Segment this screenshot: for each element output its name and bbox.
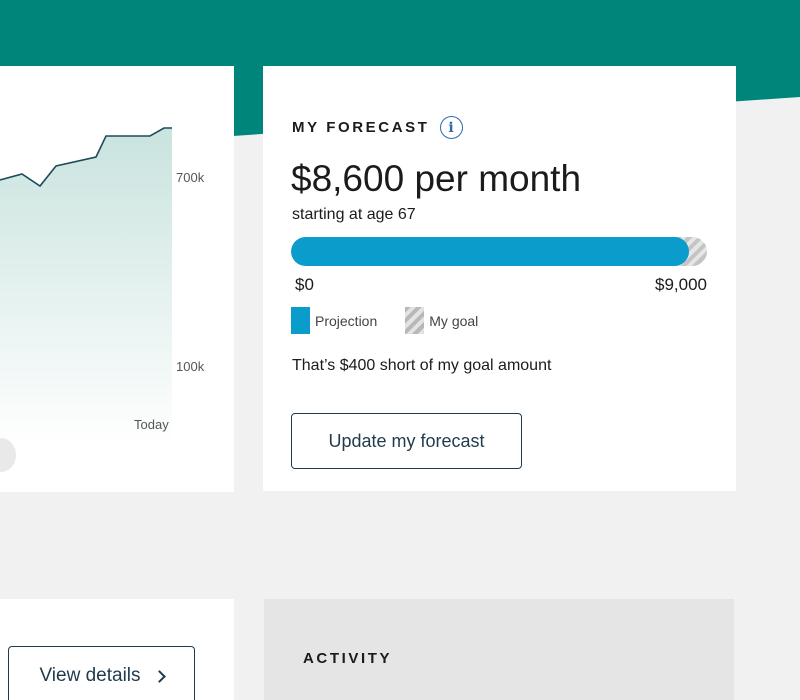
projection-fill bbox=[291, 237, 689, 266]
page: 700k 100k Today MY FORECAST i $8,600 per… bbox=[0, 0, 800, 700]
forecast-legend: Projection My goal bbox=[291, 307, 506, 334]
details-card: View details bbox=[0, 599, 234, 700]
forecast-card: MY FORECAST i $8,600 per month starting … bbox=[263, 66, 736, 491]
goal-shortfall-text: That’s $400 short of my goal amount bbox=[292, 357, 552, 374]
chevron-right-icon bbox=[152, 669, 166, 683]
view-details-label: View details bbox=[39, 665, 141, 686]
forecast-amount: $8,600 per month bbox=[291, 158, 582, 199]
activity-title: ACTIVITY bbox=[303, 650, 393, 667]
x-tick-label: Today bbox=[134, 417, 169, 432]
goal-swatch bbox=[405, 307, 425, 334]
info-icon[interactable]: i bbox=[439, 116, 463, 139]
legend-label: Projection bbox=[315, 312, 378, 329]
progress-min-label: $0 bbox=[295, 275, 314, 294]
activity-card: ACTIVITY bbox=[264, 599, 734, 700]
forecast-title: MY FORECAST bbox=[292, 119, 430, 136]
balance-chart-card: 700k 100k Today bbox=[0, 66, 234, 492]
forecast-progress-bar bbox=[291, 237, 707, 266]
update-forecast-button[interactable]: Update my forecast bbox=[291, 413, 522, 469]
y-tick-label: 700k bbox=[176, 170, 205, 185]
legend-goal: My goal bbox=[405, 307, 478, 334]
legend-label: My goal bbox=[429, 312, 479, 329]
forecast-start-age: starting at age 67 bbox=[292, 206, 416, 223]
progress-max-label: $9,000 bbox=[655, 275, 707, 294]
projection-swatch bbox=[291, 307, 310, 334]
forecast-header: MY FORECAST i bbox=[292, 116, 463, 139]
y-tick-label: 100k bbox=[176, 359, 205, 374]
view-details-button[interactable]: View details bbox=[8, 646, 195, 700]
balance-area-chart bbox=[0, 127, 172, 446]
legend-projection: Projection bbox=[291, 307, 377, 334]
